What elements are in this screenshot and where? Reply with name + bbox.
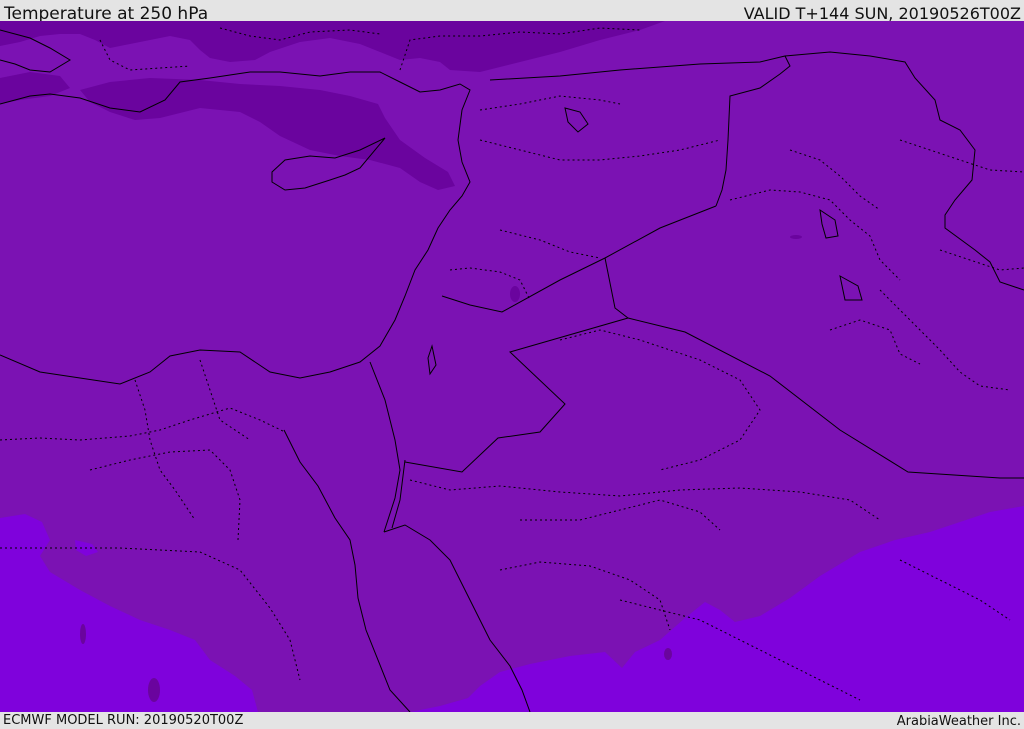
header-bar: Temperature at 250 hPa VALID T+144 SUN, …	[0, 0, 1024, 24]
model-run-label: ECMWF MODEL RUN: 20190520T00Z	[3, 713, 244, 728]
map-page: Temperature at 250 hPa VALID T+144 SUN, …	[0, 0, 1024, 729]
footer-bar: ECMWF MODEL RUN: 20190520T00Z ArabiaWeat…	[0, 712, 1024, 729]
credit-label: ArabiaWeather Inc.	[896, 714, 1021, 729]
weather-map	[0, 21, 1024, 712]
